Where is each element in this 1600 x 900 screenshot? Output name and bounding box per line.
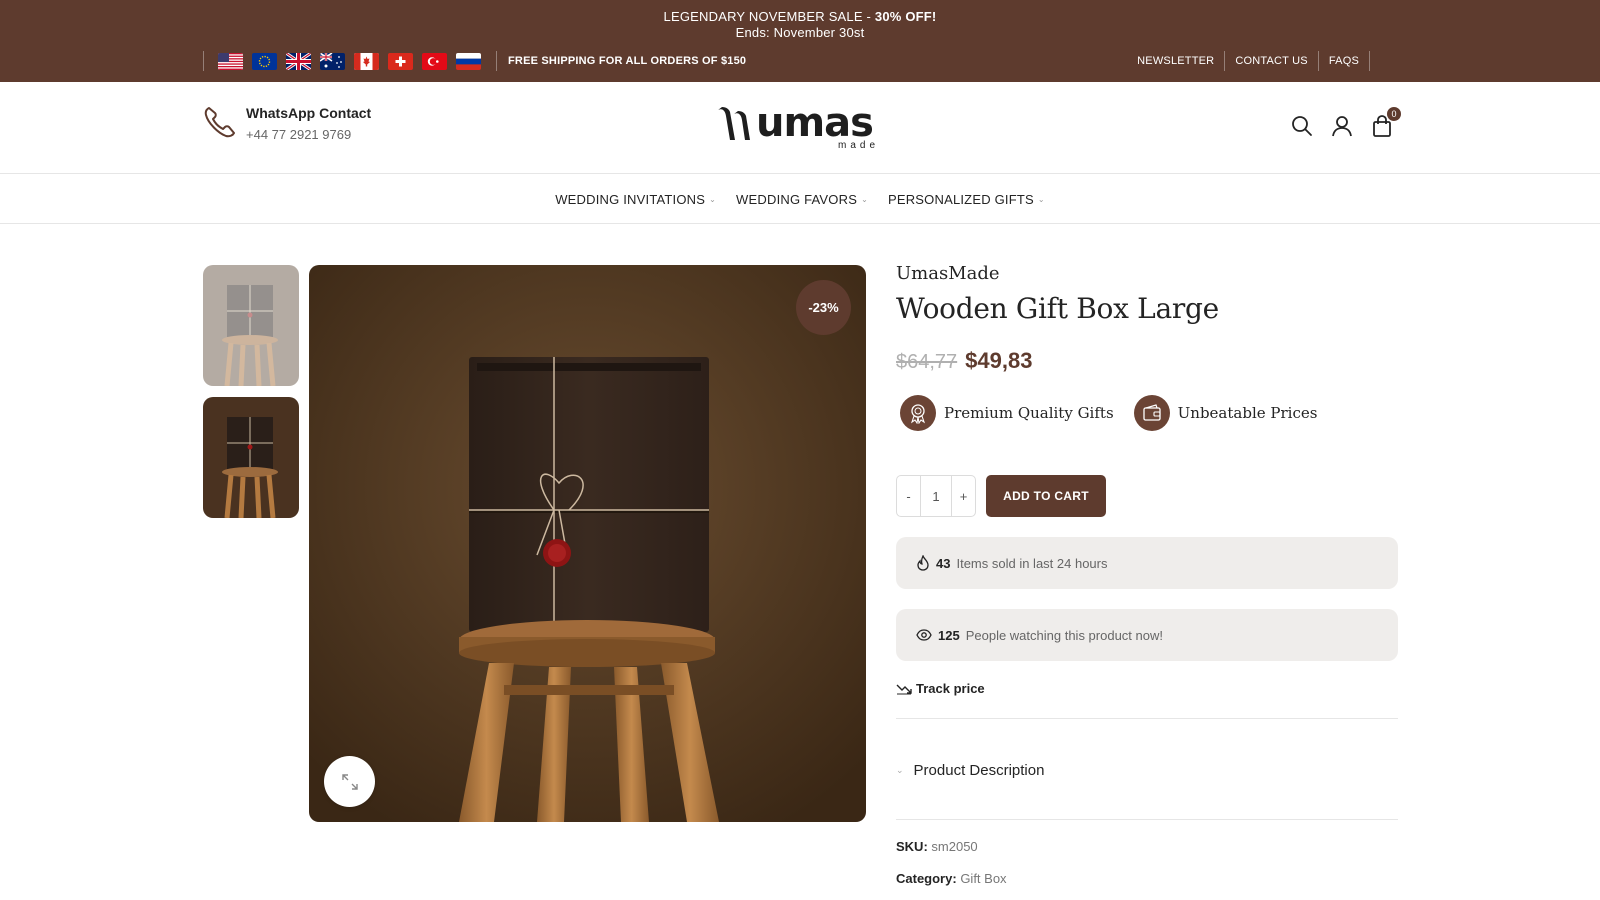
whatsapp-contact[interactable]: WhatsApp Contact +44 77 2921 9769 [202,104,371,144]
product-description-accordion[interactable]: ⌄ Product Description [896,762,1044,779]
track-price-label: Track price [916,681,985,696]
contact-title: WhatsApp Contact [246,105,372,121]
promo-text: LEGENDARY NOVEMBER SALE - [663,9,875,24]
qty-increase-button[interactable]: + [952,476,975,516]
watching-text: People watching this product now! [965,627,1163,643]
russia-flag[interactable] [456,52,481,70]
accordion-title: Product Description [913,762,1045,779]
product-sku: SKU: sm2050 [896,839,978,854]
watching-count: 125 [938,627,960,643]
wallet-icon [1133,395,1170,431]
badge-label: Premium Quality Gifts [944,404,1114,422]
switzerland-flag[interactable] [388,52,413,70]
expand-image-button[interactable] [324,756,375,807]
divider [1369,51,1370,71]
chevron-down-icon: ⌄ [861,194,868,204]
nav-wedding-invitations[interactable]: WEDDING INVITATIONS ⌄ [555,192,716,207]
award-icon [900,395,936,431]
badge-unbeatable-prices: Unbeatable Prices [1133,395,1318,431]
turkey-flag[interactable] [422,52,447,70]
top-links: NEWSLETTER CONTACT US FAQS [1127,51,1370,71]
product-brand[interactable]: UmasMade [896,263,1000,284]
nav-personalized-gifts[interactable]: PERSONALIZED GIFTS ⌄ [888,192,1045,207]
sold-count-notice: 43 Items sold in last 24 hours [896,537,1398,589]
contact-number: +44 77 2921 9769 [246,127,352,142]
watching-count-notice: 125 People watching this product now! [896,609,1398,661]
top-announcement-bar: LEGENDARY NOVEMBER SALE - 30% OFF! Ends:… [0,0,1600,82]
currency-flags [203,51,490,71]
us-flag[interactable] [218,52,243,70]
nav-label: WEDDING INVITATIONS [555,191,706,207]
site-logo[interactable]: umas made [716,100,886,156]
eu-flag[interactable] [252,52,277,70]
user-account-icon[interactable] [1330,114,1354,138]
main-navigation: WEDDING INVITATIONS ⌄ WEDDING FAVORS ⌄ PER… [0,175,1600,224]
add-to-cart-button[interactable]: ADD TO CART [986,475,1106,517]
product-thumbnail-1[interactable] [203,265,299,386]
free-shipping-notice: FREE SHIPPING FOR ALL ORDERS OF $150 [496,51,746,71]
search-icon[interactable] [1290,114,1314,138]
product-thumbnail-2[interactable] [203,397,299,518]
discount-badge: -23% [796,280,851,335]
expand-icon [341,773,358,790]
phone-icon [204,107,235,138]
product-badges: Premium Quality Gifts Unbeatable Prices [900,395,1317,431]
promo-end-date: Ends: November 30st [735,25,865,40]
trend-down-icon [896,684,912,694]
logo-mark-icon [718,107,750,140]
divider [896,718,1398,719]
shopping-bag-icon[interactable]: 0 [1370,107,1401,138]
cart-count-badge: 0 [1387,107,1401,121]
sku-label: SKU: [896,839,928,854]
uk-flag[interactable] [286,52,311,70]
sold-count: 43 [936,555,951,571]
eye-icon [916,629,932,641]
site-header: WhatsApp Contact +44 77 2921 9769 umas m… [0,82,1600,174]
logo-subtext: made [838,140,880,151]
quantity-stepper: - 1 + [896,475,976,517]
category-link[interactable]: Gift Box [960,871,1006,886]
contact-us-link[interactable]: CONTACT US [1224,51,1318,71]
chevron-down-icon: ⌄ [709,194,717,204]
australia-flag[interactable] [320,52,345,70]
product-category: Category: Gift Box [896,871,1007,886]
sold-text: Items sold in last 24 hours [956,555,1108,571]
product-main-image[interactable] [309,265,866,822]
qty-decrease-button[interactable]: - [897,476,920,516]
faqs-link[interactable]: FAQS [1317,51,1369,71]
nav-label: WEDDING FAVORS [736,191,858,207]
chevron-down-icon: ⌄ [1037,194,1045,204]
flame-icon [917,555,929,571]
chevron-down-icon: ⌄ [896,765,904,775]
header-actions: 0 [1290,107,1401,138]
sku-value: sm2050 [931,839,978,854]
nav-wedding-favors[interactable]: WEDDING FAVORS ⌄ [736,192,868,207]
product-price: $64,77 $49,83 [896,348,1032,374]
divider [896,819,1398,820]
sale-price: $49,83 [965,348,1033,373]
qty-input[interactable]: 1 [920,476,952,516]
original-price: $64,77 [896,351,958,373]
canada-flag[interactable] [354,52,379,70]
nav-label: PERSONALIZED GIFTS [887,191,1034,207]
badge-premium-quality: Premium Quality Gifts [900,395,1114,431]
newsletter-link[interactable]: NEWSLETTER [1127,51,1224,71]
track-price-link[interactable]: Track price [896,681,985,696]
product-title: Wooden Gift Box Large [896,292,1219,325]
category-label: Category: [896,871,957,886]
promo-discount: 30% OFF! [874,9,937,24]
promo-banner: LEGENDARY NOVEMBER SALE - 30% OFF! Ends:… [0,9,1600,41]
badge-label: Unbeatable Prices [1177,404,1318,422]
